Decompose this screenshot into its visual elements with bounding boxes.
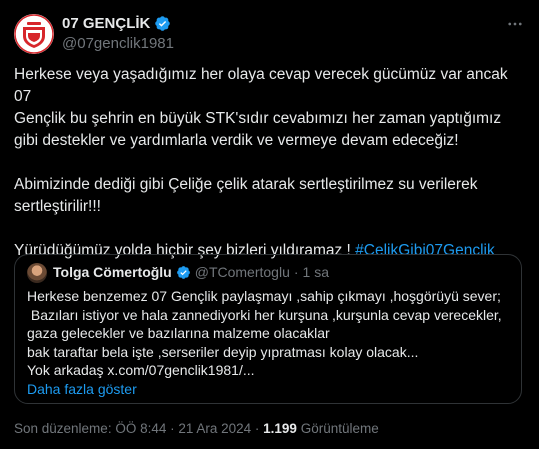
quoted-line: bak taraftar bela işte ,serseriler deyip… xyxy=(27,343,419,360)
quoted-line: gaza gelecekler ve bazılarına malzeme ol… xyxy=(27,325,330,341)
club-logo-icon xyxy=(14,14,54,54)
tweet-line: Abimizinde dediği gibi Çeliğe çelik atar… xyxy=(14,176,478,193)
quoted-tweet-time[interactable]: 1 sa xyxy=(303,264,329,280)
tweet-text: Herkese veya yaşadığımız her olaya cevap… xyxy=(14,64,529,262)
verified-badge-icon xyxy=(176,265,190,279)
tweet-line: sertleştirilir!!! xyxy=(14,198,101,215)
edited-timestamp[interactable]: Son düzenleme: ÖÖ 8:44 · 21 Ara 2024 · xyxy=(14,421,263,436)
show-more-link[interactable]: Daha fazla göster xyxy=(27,380,517,399)
quoted-line: Herkese benzemez 07 Gençlik paylaşmayı ,… xyxy=(27,288,501,304)
meta-separator: · xyxy=(293,264,299,280)
tweet-line: Herkese veya yaşadığımız her olaya cevap… xyxy=(14,66,508,105)
author-avatar[interactable] xyxy=(14,14,54,54)
tweet-footer: Son düzenleme: ÖÖ 8:44 · 21 Ara 2024 · 1… xyxy=(14,421,379,436)
tweet-paragraph: Abimizinde dediği gibi Çeliğe çelik atar… xyxy=(14,174,529,218)
quoted-line: Yok arkadaş x.com/07genclik1981/... xyxy=(27,362,255,378)
quoted-author-name[interactable]: Tolga Cömertoğlu xyxy=(53,264,172,280)
quoted-line: Bazıları istiyor ve hala zannediyorki he… xyxy=(27,306,502,323)
tweet-line: gibi destekler ve yardımlarla verdik ve … xyxy=(14,132,459,149)
tweet-card: 07 GENÇLİK @07genclik1981 Herkese veya y… xyxy=(0,0,539,449)
views-count: 1.199 xyxy=(263,421,297,436)
quoted-tweet[interactable]: Tolga Cömertoğlu @TComertoglu · 1 sa Her… xyxy=(14,254,522,404)
quoted-tweet-header: Tolga Cömertoğlu @TComertoglu · 1 sa xyxy=(53,264,329,280)
tweet-line: Gençlik bu şehrin en büyük STK'sıdır cev… xyxy=(14,110,502,127)
tweet-paragraph: Herkese veya yaşadığımız her olaya cevap… xyxy=(14,64,529,152)
quoted-author-avatar[interactable] xyxy=(27,263,47,283)
author-handle[interactable]: @07genclik1981 xyxy=(62,35,174,52)
more-options-button[interactable] xyxy=(505,14,525,34)
quoted-author-handle[interactable]: @TComertoglu xyxy=(195,264,290,280)
author-name[interactable]: 07 GENÇLİK xyxy=(62,15,171,32)
verified-badge-icon xyxy=(155,16,171,31)
author-name-text[interactable]: 07 GENÇLİK xyxy=(62,15,150,32)
more-options-icon xyxy=(508,22,522,26)
quoted-tweet-text: Herkese benzemez 07 Gençlik paylaşmayı ,… xyxy=(27,287,517,398)
views-label: Görüntüleme xyxy=(296,421,379,436)
